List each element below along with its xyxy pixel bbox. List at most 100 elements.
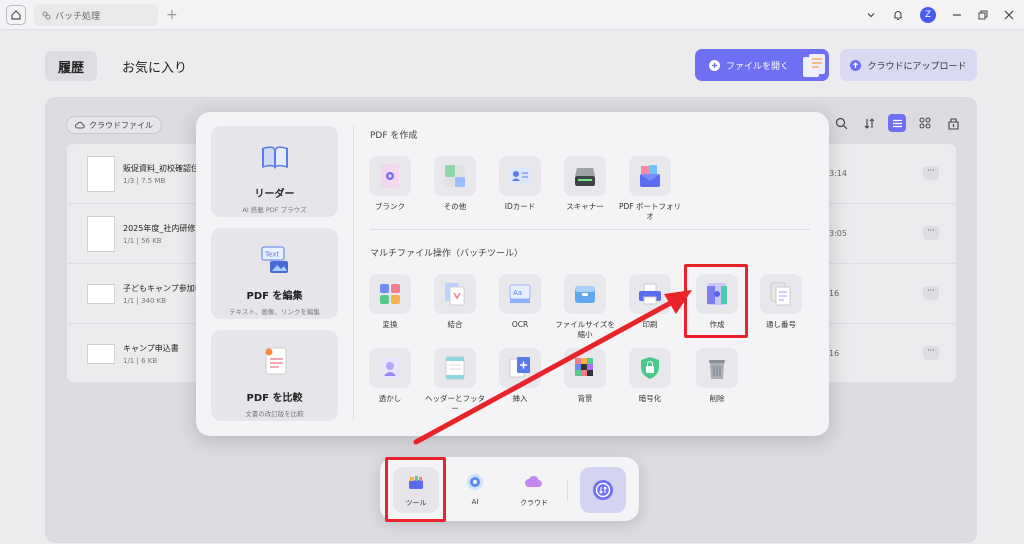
documents-icon: [803, 54, 825, 77]
tool-label: その他: [443, 202, 467, 211]
dock-ai-label: AI: [471, 498, 479, 506]
tool-label: 暗号化: [638, 394, 662, 403]
tool-label: 削除: [709, 394, 725, 403]
tool-label: 変換: [382, 320, 398, 329]
bell-icon[interactable]: [892, 9, 904, 21]
tool-scanner[interactable]: スキャナー: [554, 156, 616, 212]
tool-bates-numbering[interactable]: 通し番号: [750, 274, 812, 330]
tool-background[interactable]: 背景: [554, 348, 616, 404]
file-thumbnail: [87, 344, 115, 364]
link-icon: [42, 11, 51, 19]
reader-card[interactable]: リーダー AI 搭載 PDF ブラウズ: [211, 126, 338, 217]
file-meta: 1/1 | 56 KB: [123, 237, 162, 245]
card-title: PDF を編集: [246, 291, 303, 302]
home-icon: [11, 10, 21, 20]
more-button[interactable]: ···: [923, 286, 939, 300]
home-button[interactable]: [6, 5, 26, 25]
card-title: リーダー: [254, 189, 295, 200]
tool-label: OCR: [511, 320, 529, 329]
dock-batch-button[interactable]: [580, 467, 626, 513]
merge-icon: [445, 283, 465, 306]
list-view-icon: [892, 119, 902, 127]
tool-id-card[interactable]: IDカード: [489, 156, 551, 212]
open-file-label: ファイルを開く: [726, 61, 790, 72]
bin-button[interactable]: [944, 114, 962, 132]
portfolio-icon: [640, 165, 660, 187]
compare-pdf-card[interactable]: PDF を比較 文書の改訂版を比較: [211, 330, 338, 421]
card-subtitle: AI 搭載 PDF ブラウズ: [242, 206, 307, 214]
section-separator: [370, 229, 810, 230]
search-icon: [835, 117, 847, 129]
dock-separator: [567, 479, 568, 501]
tool-compress[interactable]: ファイルサイズを縮小: [554, 274, 616, 340]
book-icon: [261, 146, 288, 170]
batch-section-title: マルチファイル操作（バッチツール）: [370, 249, 524, 259]
tool-label: 結合: [447, 320, 463, 329]
edit-pdf-card[interactable]: Text PDF を編集 テキスト、画像、リンクを編集: [211, 228, 338, 319]
highlight-tools: [385, 457, 446, 522]
ai-icon: [467, 474, 483, 490]
file-name: キャンプ申込書: [123, 344, 179, 353]
close-icon[interactable]: [1004, 10, 1014, 20]
tool-delete[interactable]: 削除: [686, 348, 748, 404]
chevron-down-icon[interactable]: [866, 10, 876, 20]
document-tab[interactable]: バッチ処理: [34, 4, 158, 26]
open-file-button[interactable]: ファイルを開く: [695, 49, 829, 81]
file-meta: 1/1 | 340 KB: [123, 297, 167, 305]
blank-doc-icon: [381, 164, 399, 188]
upload-icon: [850, 59, 862, 71]
tool-label: 透かし: [378, 394, 402, 403]
tool-watermark[interactable]: 透かし: [359, 348, 421, 404]
cloud-files-chip[interactable]: クラウドファイル: [66, 116, 162, 134]
svg-text:Text: Text: [264, 251, 279, 259]
other-files-icon: [445, 165, 465, 187]
tool-ocr[interactable]: Aa OCR: [489, 274, 551, 330]
file-thumbnail: [87, 284, 115, 304]
file-thumbnail: [87, 156, 115, 192]
tab-favorites[interactable]: お気に入り: [122, 51, 187, 81]
more-button[interactable]: ···: [923, 226, 939, 240]
tool-other[interactable]: その他: [424, 156, 486, 212]
tool-merge[interactable]: 結合: [424, 274, 486, 330]
tab-history[interactable]: 履歴: [45, 51, 97, 81]
insert-icon: [509, 357, 530, 378]
tool-print[interactable]: 印刷: [619, 274, 681, 330]
sort-button[interactable]: [860, 114, 878, 132]
grid-view-button[interactable]: [916, 114, 934, 132]
file-thumbnail: [87, 216, 115, 252]
svg-text:Aa: Aa: [513, 289, 522, 297]
file-date: 16: [829, 289, 840, 298]
dock-cloud-button[interactable]: クラウド: [511, 467, 557, 513]
bin-icon: [947, 117, 959, 130]
title-bar: バッチ処理 + Z: [0, 0, 1024, 30]
tool-header-footer[interactable]: ヘッダーとフッター: [424, 348, 486, 414]
more-button[interactable]: ···: [923, 346, 939, 360]
tool-label: ブランク: [375, 202, 405, 211]
tool-convert[interactable]: 変換: [359, 274, 421, 330]
restore-icon[interactable]: [978, 10, 988, 20]
avatar[interactable]: Z: [920, 7, 936, 23]
tool-encrypt[interactable]: 暗号化: [619, 348, 681, 404]
tool-blank[interactable]: ブランク: [359, 156, 421, 212]
file-date: 16: [829, 349, 840, 358]
search-button[interactable]: [832, 114, 850, 132]
tool-label: 通し番号: [766, 320, 796, 329]
new-tab-button[interactable]: +: [166, 5, 178, 25]
tool-pdf-portfolio[interactable]: PDF ポートフォリオ: [619, 156, 681, 222]
minimize-icon[interactable]: [952, 10, 962, 20]
compare-icon: [265, 347, 286, 375]
more-button[interactable]: ···: [923, 166, 939, 180]
upload-cloud-button[interactable]: クラウドにアップロード: [840, 49, 977, 81]
tool-label: スキャナー: [566, 202, 604, 211]
background-icon: [575, 358, 593, 376]
tool-insert[interactable]: 挿入: [489, 348, 551, 404]
cloud-icon: [525, 475, 542, 487]
file-meta: 1/3 | 7.5 MB: [123, 177, 166, 185]
popup-divider: [353, 126, 354, 420]
file-date: 3:05: [829, 229, 847, 238]
tool-label: 印刷: [642, 320, 658, 329]
list-view-button[interactable]: [888, 114, 906, 132]
scanner-icon: [575, 168, 595, 186]
dock-ai-button[interactable]: AI: [452, 467, 498, 513]
tool-label: 挿入: [512, 394, 528, 403]
